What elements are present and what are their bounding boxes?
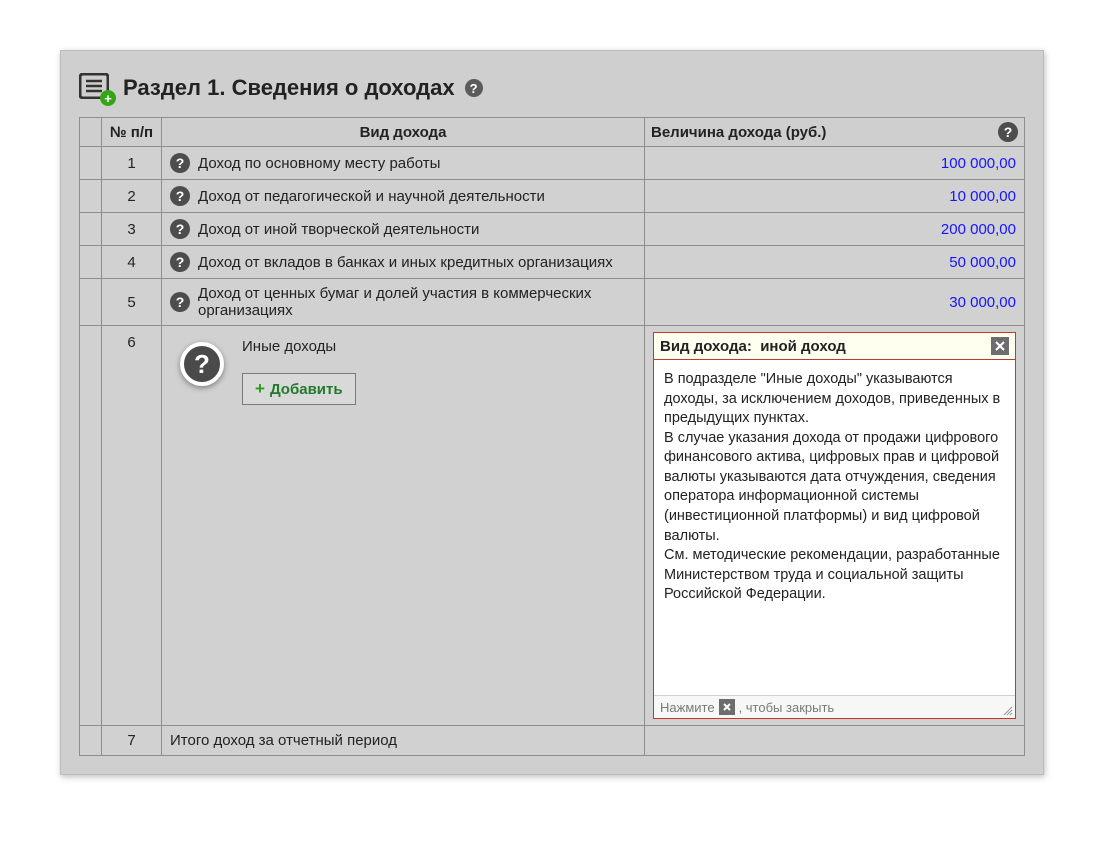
total-label: Итого доход за отчетный период: [162, 726, 645, 756]
col-amount-label: Величина дохода (руб.): [651, 124, 826, 141]
tooltip-footer: Нажмите , чтобы закрыть: [654, 695, 1015, 718]
table-row: 3 ? Доход от иной творческой деятельности…: [80, 213, 1025, 246]
tooltip-header: Вид дохода: иной доход: [654, 333, 1015, 360]
income-amount[interactable]: 100 000,00: [645, 147, 1025, 180]
row-num: 1: [102, 147, 162, 180]
col-type-header: Вид дохода: [162, 118, 645, 147]
plus-icon: +: [255, 379, 265, 399]
close-icon[interactable]: [719, 699, 735, 715]
table-row: 5 ? Доход от ценных бумаг и долей участия…: [80, 279, 1025, 326]
total-amount: [645, 726, 1025, 756]
help-icon[interactable]: ?: [170, 292, 190, 312]
income-type-label: Доход от иной творческой деятельности: [198, 221, 479, 238]
help-icon[interactable]: ?: [998, 122, 1018, 142]
income-type-label: Доход по основному месту работы: [198, 155, 440, 172]
help-icon[interactable]: ?: [465, 79, 483, 97]
help-icon[interactable]: ?: [180, 342, 224, 386]
income-section-panel: + Раздел 1. Сведения о доходах ? № п/п В…: [60, 50, 1044, 775]
add-button-label: Добавить: [270, 381, 343, 398]
help-icon[interactable]: ?: [170, 219, 190, 239]
tooltip-popup: Вид дохода: иной доход В подразделе "Ины…: [653, 332, 1016, 719]
table-row: 4 ? Доход от вкладов в банках и иных кред…: [80, 246, 1025, 279]
resize-grip-icon[interactable]: [1001, 704, 1013, 716]
income-type-label: Доход от педагогической и научной деятел…: [198, 188, 545, 205]
tooltip-body: В подразделе "Иные доходы" указываются д…: [654, 360, 1015, 695]
table-row-total: 7 Итого доход за отчетный период: [80, 726, 1025, 756]
help-icon[interactable]: ?: [170, 252, 190, 272]
income-table: № п/п Вид дохода Величина дохода (руб.) …: [79, 117, 1025, 756]
tooltip-footer-pre: Нажмите: [660, 700, 715, 715]
table-row: 2 ? Доход от педагогической и научной дея…: [80, 180, 1025, 213]
tooltip-footer-post: , чтобы закрыть: [739, 700, 835, 715]
tooltip-title-val: иной доход: [760, 338, 846, 355]
income-amount[interactable]: 10 000,00: [645, 180, 1025, 213]
row-num: 3: [102, 213, 162, 246]
table-row: 1 ? Доход по основному месту работы 100 0…: [80, 147, 1025, 180]
income-amount[interactable]: 50 000,00: [645, 246, 1025, 279]
col-key-header: [80, 118, 102, 147]
row-num: 5: [102, 279, 162, 326]
row-num: 4: [102, 246, 162, 279]
table-row-other-income: 6 ? Иные доходы + Добавить: [80, 326, 1025, 726]
help-icon[interactable]: ?: [170, 153, 190, 173]
income-type-label: Доход от вкладов в банках и иных кредитн…: [198, 254, 613, 271]
income-amount[interactable]: 200 000,00: [645, 213, 1025, 246]
row-num: 6: [102, 326, 162, 726]
help-icon[interactable]: ?: [170, 186, 190, 206]
section-header: + Раздел 1. Сведения о доходах ?: [79, 73, 1025, 103]
tooltip-title-key: Вид дохода:: [660, 338, 752, 355]
col-amount-header: Величина дохода (руб.) ?: [645, 118, 1025, 147]
list-add-icon: +: [79, 73, 113, 103]
income-amount[interactable]: 30 000,00: [645, 279, 1025, 326]
other-income-label: Иные доходы: [242, 338, 636, 355]
col-num-header: № п/п: [102, 118, 162, 147]
section-title: Раздел 1. Сведения о доходах: [123, 75, 455, 101]
row-num: 2: [102, 180, 162, 213]
add-button[interactable]: + Добавить: [242, 373, 356, 405]
income-type-label: Доход от ценных бумаг и долей участия в …: [198, 285, 636, 319]
row-num: 7: [102, 726, 162, 756]
plus-badge-icon: +: [100, 90, 116, 106]
close-icon[interactable]: [991, 337, 1009, 355]
